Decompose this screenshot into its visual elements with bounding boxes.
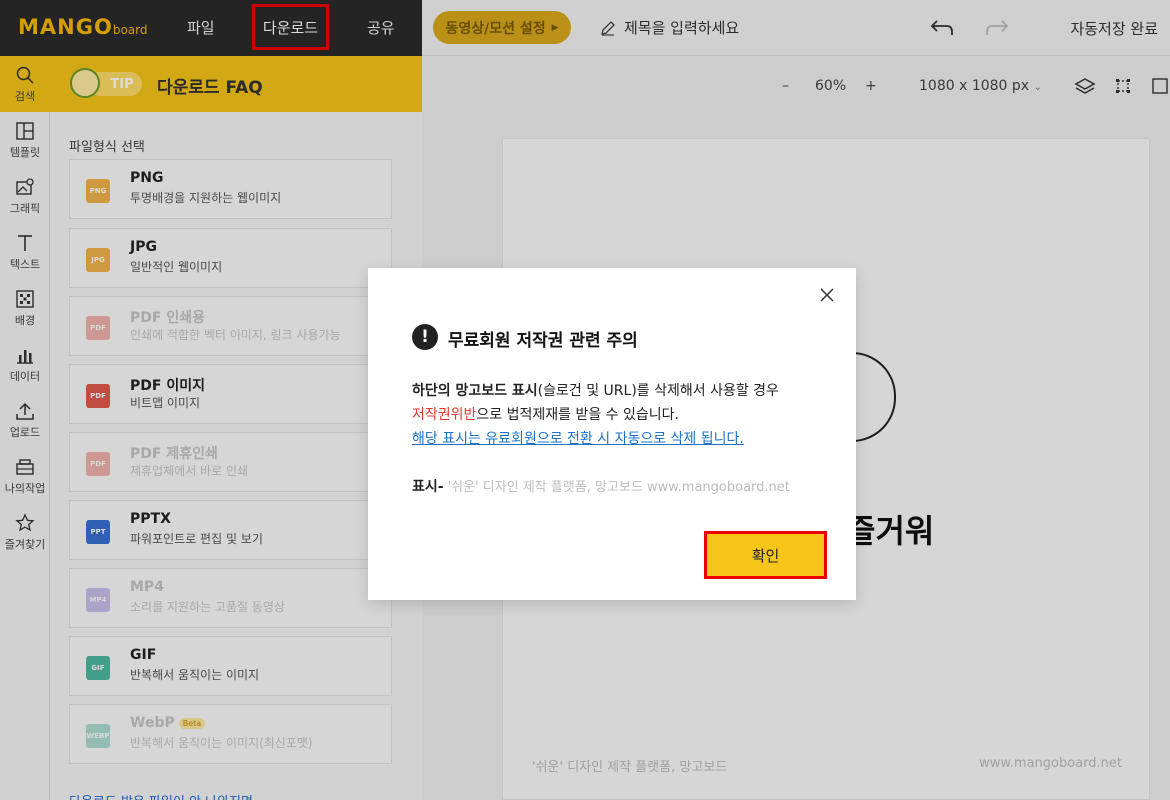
modal-message-line2: 저작권위반으로 법적제재를 받을 수 있습니다. [412, 404, 679, 424]
upgrade-info-link[interactable]: 해당 표시는 유료회원으로 전환 시 자동으로 삭제 됩니다. [412, 428, 744, 448]
modal-mark-text: '쉬운' 디자인 제작 플랫폼, 망고보드 www.mangoboard.net [447, 480, 790, 495]
close-icon[interactable] [820, 288, 834, 302]
modal-message-bold: 하단의 망고보드 표시 [412, 383, 538, 399]
modal-message-rest: 으로 법적제재를 받을 수 있습니다. [476, 407, 679, 423]
confirm-button[interactable]: 확인 [704, 531, 827, 579]
modal-watermark-sample: 표시- '쉬운' 디자인 제작 플랫폼, 망고보드 www.mangoboard.… [412, 476, 790, 496]
modal-mark-label: 표시- [412, 479, 444, 495]
copyright-warning-modal: ! 무료회원 저작권 관련 주의 하단의 망고보드 표시(슬로건 및 URL)를… [368, 268, 856, 600]
modal-message-red: 저작권위반 [412, 407, 477, 423]
modal-message-rest: (슬로건 및 URL)를 삭제해서 사용할 경우 [537, 383, 779, 399]
exclamation-icon: ! [412, 324, 438, 350]
modal-title: 무료회원 저작권 관련 주의 [448, 331, 638, 351]
modal-message-line1: 하단의 망고보드 표시(슬로건 및 URL)를 삭제해서 사용할 경우 [412, 380, 779, 400]
